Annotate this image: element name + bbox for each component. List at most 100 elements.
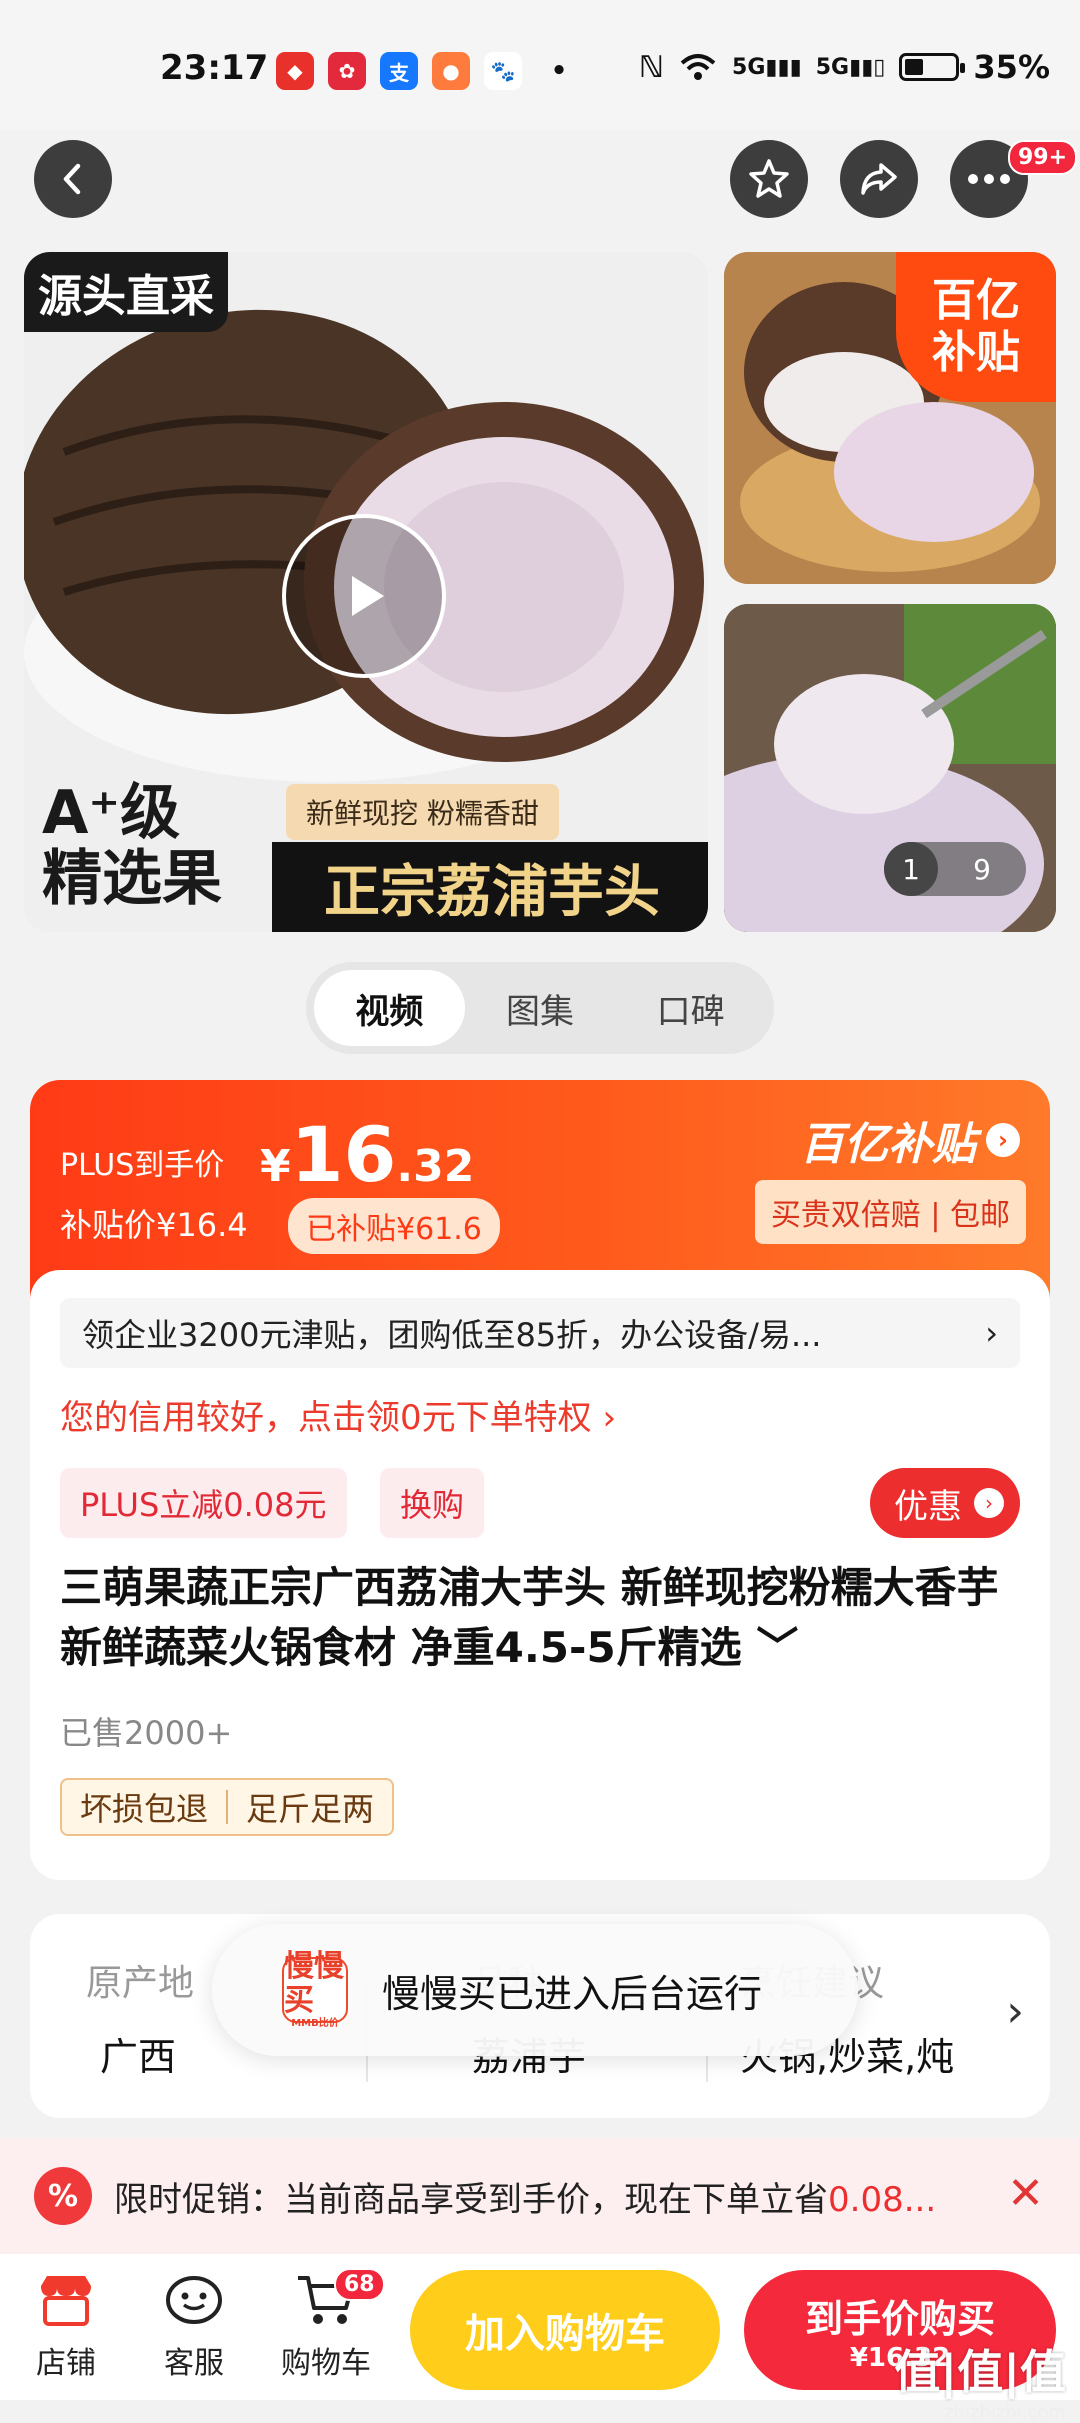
cart-label: 购物车	[281, 2346, 371, 2381]
more-dot-icon: •	[550, 56, 568, 86]
grade-line-2: 精选果	[42, 844, 222, 914]
subsidy-price: 补贴价¥16.4	[60, 1206, 248, 1244]
sold-count: 已售2000+	[60, 1714, 233, 1752]
play-icon	[352, 576, 384, 616]
status-bar: 23:17 ◆ ✿ 支 ● 🐾 • ℕ 5G▮▮▮ 5G▮▮▯ 35%	[0, 0, 1080, 130]
service-label: 客服	[164, 2346, 224, 2381]
shop-icon	[41, 2276, 91, 2326]
shop-label: 店铺	[36, 2346, 96, 2381]
price-currency: ¥	[260, 1141, 291, 1192]
discount-button[interactable]: 优惠 ›	[870, 1468, 1020, 1538]
page-current: 1	[884, 842, 938, 896]
guarantee-damage-refund: 坏损包退	[80, 1790, 209, 1828]
price-guarantee: 买贵双倍赔 | 包邮	[754, 1180, 1026, 1244]
expand-chevron-icon[interactable]: ﹀	[756, 1623, 798, 1672]
watermark-url: zhizhizhi.com	[944, 2402, 1066, 2423]
credit-privilege-link[interactable]: 您的信用较好，点击领0元下单特权 ›	[60, 1390, 616, 1439]
enterprise-notice[interactable]: 领企业3200元津贴，团购低至85折，办公设备/易... ›	[60, 1298, 1020, 1368]
tab-gallery[interactable]: 图集	[465, 970, 616, 1046]
notification-badge: 99+	[1008, 140, 1078, 175]
gallery-thumb-2[interactable]: 1 9	[724, 604, 1056, 932]
customer-service-icon	[166, 2276, 222, 2324]
page-total: 9	[973, 852, 991, 886]
price-decimal: .32	[396, 1141, 475, 1192]
shop-button[interactable]: 店铺	[16, 2272, 116, 2382]
promotion-message: 限时促销：当前商品享受到手价，现在下单立省	[114, 2179, 828, 2220]
share-icon	[861, 163, 897, 195]
tab-reviews[interactable]: 口碑	[615, 970, 766, 1046]
background-toast: 慢慢买 MMB比价 慢慢买已进入后台运行	[212, 1924, 858, 2056]
guarantee-full-weight: 足斤足两	[246, 1790, 375, 1828]
promotion-bar[interactable]: % 限时促销：当前商品享受到手价，现在下单立省0.08... ✕	[0, 2138, 1080, 2254]
close-icon[interactable]: ✕	[1007, 2168, 1044, 2219]
battery-level: 35%	[973, 48, 1050, 86]
image-banner: 正宗荔浦芋头	[272, 842, 708, 932]
tab-video[interactable]: 视频	[314, 970, 465, 1046]
chevron-left-icon	[63, 163, 81, 195]
media-tabs: 视频 图集 口碑	[306, 962, 774, 1054]
watermark-logo: 值|值|值	[894, 2345, 1066, 2399]
page-indicator: 1 9	[884, 842, 1026, 896]
corner-line-1: 百亿	[932, 275, 1020, 326]
manmanmai-app-icon: 慢慢买 MMB比价	[282, 1950, 348, 2029]
alipay-icon: 支	[380, 52, 418, 90]
grade-label: A⁺级 精选果	[42, 780, 222, 912]
signal-5g-icon-1: 5G▮▮▮	[732, 54, 802, 80]
site-watermark: 值|值|值 zhizhizhi.com	[894, 2336, 1066, 2423]
plus-discount-chip[interactable]: PLUS立减0.08元	[60, 1468, 347, 1538]
favorite-button[interactable]	[730, 140, 808, 218]
subsidized-badge: 已补贴¥61.6	[288, 1198, 500, 1254]
cart-count-badge: 68	[334, 2268, 385, 2301]
app-icon-4: ●	[432, 52, 470, 90]
toast-app-sub: MMB比价	[291, 2018, 339, 2029]
baidu-icon: 🐾	[484, 52, 522, 90]
subsidy-program-link[interactable]: 百亿补贴 ›	[800, 1108, 1020, 1172]
price-label: PLUS到手价	[60, 1148, 225, 1183]
corner-line-2: 补贴	[932, 327, 1020, 378]
status-right: ℕ 5G▮▮▮ 5G▮▮▯ 35%	[639, 48, 1050, 86]
chevron-right-icon: ›	[974, 1488, 1004, 1518]
chevron-right-icon[interactable]: ›	[1006, 1986, 1024, 2037]
main-product-image[interactable]: 源头直采 新鲜现挖 粉糯香甜 A⁺级 精选果 正宗荔浦芋头	[24, 252, 708, 932]
price-header: PLUS到手价 ¥16.32 补贴价¥16.4 已补贴¥61.6 百亿补贴 › …	[30, 1080, 1050, 1300]
toast-message: 慢慢买已进入后台运行	[382, 1971, 763, 2016]
promotion-text: 限时促销：当前商品享受到手价，现在下单立省0.08...	[114, 2172, 974, 2221]
promotion-highlight: 0.08...	[828, 2179, 937, 2220]
more-dots-icon	[968, 174, 1010, 184]
star-icon	[749, 159, 789, 198]
product-title-text: 三萌果蔬正宗广西荔浦大芋头 新鲜现挖粉糯大香芋新鲜蔬菜火锅食材 净重4.5-5斤…	[60, 1563, 999, 1672]
toast-app-name: 慢慢买	[284, 1949, 344, 2018]
buy-label: 到手价购买	[804, 2296, 995, 2341]
percent-icon: %	[34, 2167, 92, 2225]
product-title[interactable]: 三萌果蔬正宗广西荔浦大芋头 新鲜现挖粉糯大香芋新鲜蔬菜火锅食材 净重4.5-5斤…	[60, 1558, 1020, 1678]
subsidy-program-label: 百亿补贴	[800, 1119, 976, 1170]
app-icon-2: ✿	[328, 52, 366, 90]
wifi-icon	[680, 54, 716, 80]
notice-text: 领企业3200元津贴，团购低至85折，办公设备/易...	[82, 1316, 822, 1354]
back-button[interactable]	[34, 140, 112, 218]
status-time: 23:17	[160, 48, 269, 88]
subsidy-corner-badge: 百亿 补贴	[896, 252, 1056, 402]
details-body: 领企业3200元津贴，团购低至85折，办公设备/易... › 您的信用较好，点击…	[30, 1270, 1050, 1880]
cart-button[interactable]: 68 购物车	[276, 2268, 385, 2382]
price-value: ¥16.32	[260, 1110, 474, 1199]
nfc-icon: ℕ	[638, 49, 665, 85]
app-icon-1: ◆	[276, 52, 314, 90]
trade-in-chip[interactable]: 换购	[380, 1468, 485, 1538]
add-to-cart-button[interactable]: 加入购物车	[410, 2270, 720, 2390]
image-subtitle: 新鲜现挖 粉糯香甜	[286, 784, 559, 840]
play-video-button[interactable]	[282, 514, 446, 678]
battery-icon	[899, 53, 966, 81]
share-button[interactable]	[840, 140, 918, 218]
chevron-right-icon: ›	[986, 1123, 1020, 1157]
signal-5g-icon-2: 5G▮▮▯	[815, 54, 886, 80]
service-button[interactable]: 客服	[144, 2272, 244, 2382]
service-guarantees[interactable]: 坏损包退 足斤足两	[60, 1778, 395, 1836]
discount-label: 优惠	[894, 1486, 962, 1527]
source-tag: 源头直采	[24, 252, 228, 332]
grade-line-1: A⁺级	[42, 778, 181, 848]
chevron-right-icon: ›	[985, 1314, 998, 1352]
gallery-thumb-1[interactable]: 百亿 补贴	[724, 252, 1056, 584]
product-info-card: PLUS到手价 ¥16.32 补贴价¥16.4 已补贴¥61.6 百亿补贴 › …	[30, 1080, 1050, 1880]
price-integer: 16	[290, 1110, 397, 1199]
